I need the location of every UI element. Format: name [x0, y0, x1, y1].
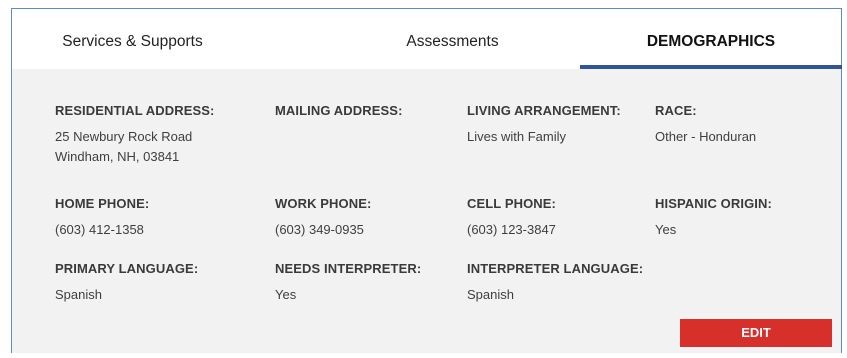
- field-primary-language: PRIMARY LANGUAGE: Spanish: [55, 261, 198, 305]
- field-cell-phone: CELL PHONE: (603) 123-3847: [467, 196, 556, 240]
- home-phone-value: (603) 412-1358: [55, 222, 144, 237]
- needs-interpreter-value: Yes: [275, 287, 297, 302]
- race-value: Other - Honduran: [655, 129, 757, 144]
- home-phone-label: HOME PHONE:: [55, 196, 150, 211]
- interpreter-language-label: INTERPRETER LANGUAGE:: [467, 261, 644, 276]
- tab-assessments[interactable]: Assessments: [311, 9, 594, 69]
- hispanic-origin-label: HISPANIC ORIGIN:: [655, 196, 772, 211]
- hispanic-origin-value: Yes: [655, 222, 677, 237]
- living-arrangement-label: LIVING ARRANGEMENT:: [467, 103, 621, 118]
- edit-button[interactable]: EDIT: [680, 319, 832, 347]
- cell-phone-label: CELL PHONE:: [467, 196, 556, 211]
- tab-demographics[interactable]: DEMOGRAPHICS: [580, 9, 842, 69]
- mailing-address-label: MAILING ADDRESS:: [275, 103, 403, 118]
- tab-services-supports[interactable]: Services & Supports: [12, 9, 253, 69]
- living-arrangement-value: Lives with Family: [467, 129, 566, 144]
- interpreter-language-value: Spanish: [467, 287, 514, 302]
- work-phone-value: (603) 349-0935: [275, 222, 364, 237]
- primary-language-value: Spanish: [55, 287, 102, 302]
- demographics-card: Services & Supports Assessments DEMOGRAP…: [11, 8, 842, 353]
- field-mailing-address: MAILING ADDRESS:: [275, 103, 403, 127]
- tab-bar: Services & Supports Assessments DEMOGRAP…: [12, 9, 842, 76]
- field-living-arrangement: LIVING ARRANGEMENT: Lives with Family: [467, 103, 621, 147]
- field-hispanic-origin: HISPANIC ORIGIN: Yes: [655, 196, 772, 240]
- field-interpreter-language: INTERPRETER LANGUAGE: Spanish: [467, 261, 643, 305]
- field-race: RACE: Other - Honduran: [655, 103, 756, 147]
- primary-language-label: PRIMARY LANGUAGE:: [55, 261, 199, 276]
- field-residential-address: RESIDENTIAL ADDRESS: 25 Newbury Rock Roa…: [55, 103, 214, 167]
- cell-phone-value: (603) 123-3847: [467, 222, 556, 237]
- field-needs-interpreter: NEEDS INTERPRETER: Yes: [275, 261, 421, 305]
- needs-interpreter-label: NEEDS INTERPRETER:: [275, 261, 422, 276]
- work-phone-label: WORK PHONE:: [275, 196, 372, 211]
- field-home-phone: HOME PHONE: (603) 412-1358: [55, 196, 149, 240]
- residential-address-label: RESIDENTIAL ADDRESS:: [55, 103, 215, 118]
- race-label: RACE:: [655, 103, 697, 118]
- demographics-panel: RESIDENTIAL ADDRESS: 25 Newbury Rock Roa…: [12, 69, 841, 353]
- residential-address-value: 25 Newbury Rock Road Windham, NH, 03841: [55, 129, 193, 164]
- field-work-phone: WORK PHONE: (603) 349-0935: [275, 196, 371, 240]
